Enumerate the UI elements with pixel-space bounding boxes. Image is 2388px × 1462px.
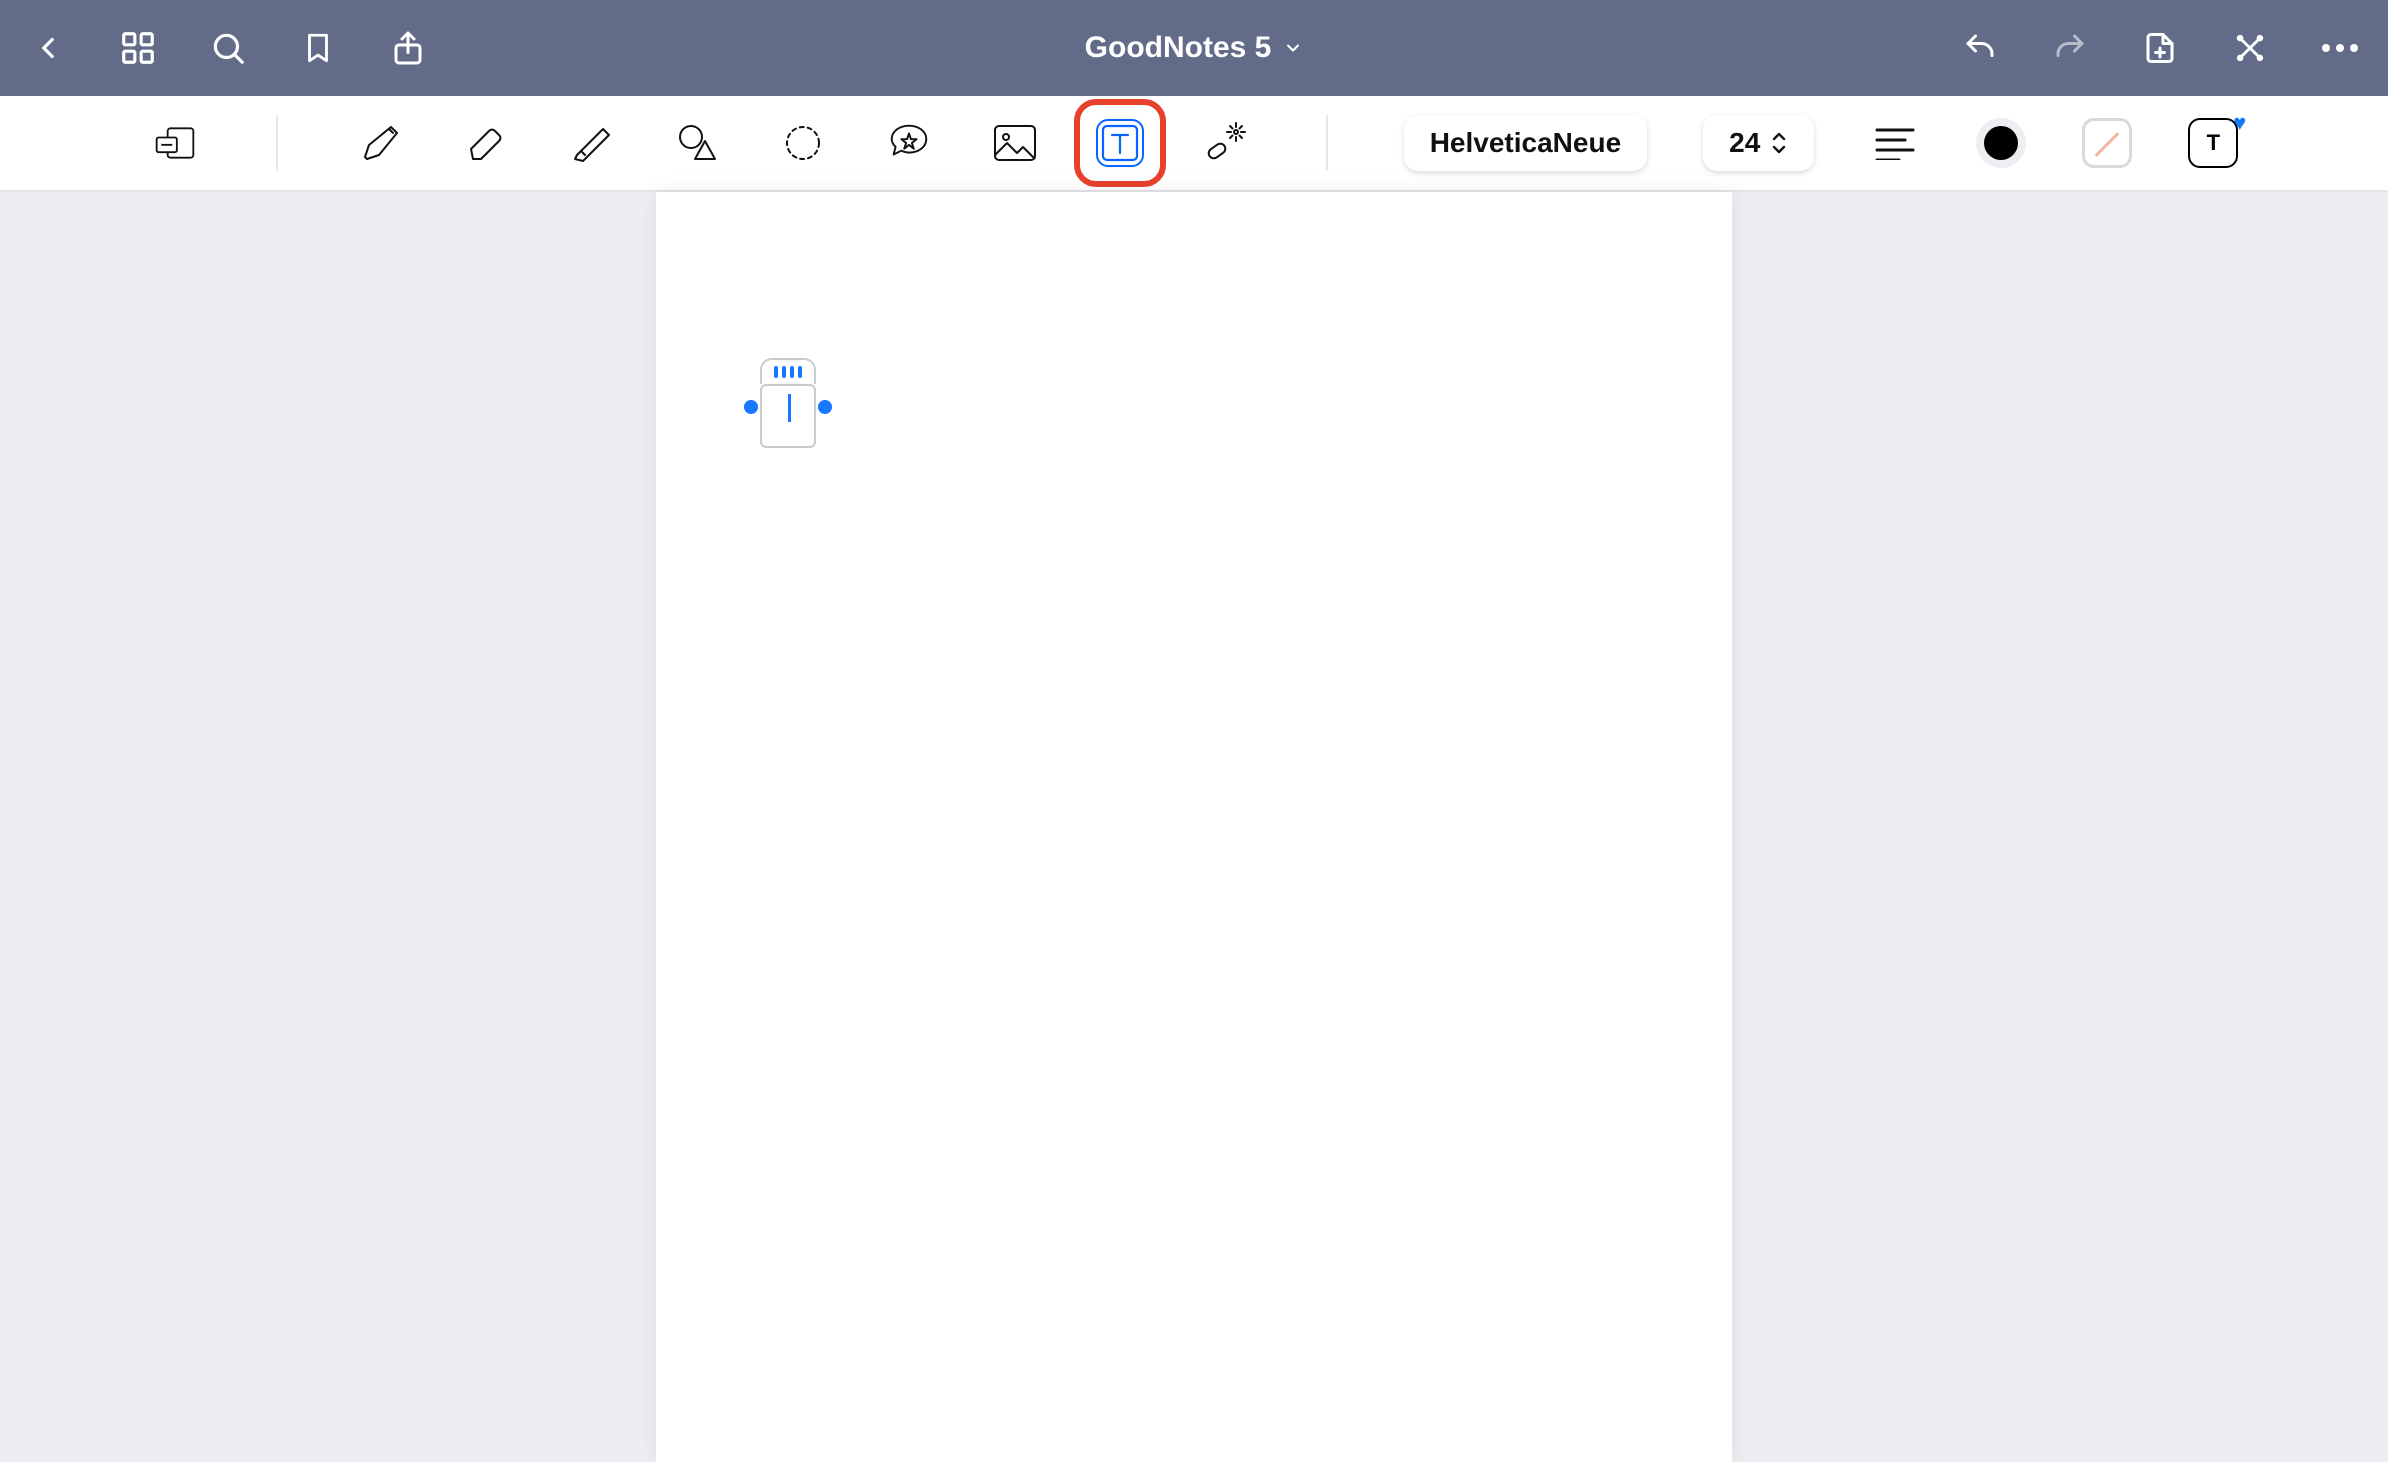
image-tool[interactable]	[990, 118, 1040, 168]
text-background-swatch[interactable]	[2082, 118, 2132, 168]
redo-button[interactable]	[2044, 22, 2096, 74]
textbox-drag-handle[interactable]	[760, 358, 816, 384]
titlebar-left	[22, 22, 434, 74]
color-dot-icon	[1984, 126, 2018, 160]
no-fill-icon	[2095, 132, 2120, 157]
resize-handle-left[interactable]	[744, 400, 758, 414]
laser-pointer-tool[interactable]	[1200, 118, 1250, 168]
page[interactable]	[656, 192, 1732, 1462]
text-color-swatch[interactable]	[1976, 118, 2026, 168]
text-tool[interactable]	[1096, 119, 1144, 167]
tool-group: HelveticaNeue 24 T ♥	[150, 115, 2239, 171]
editing-toolbar: HelveticaNeue 24 T ♥	[0, 96, 2388, 192]
lasso-tool[interactable]	[778, 118, 828, 168]
shapes-tool[interactable]	[672, 118, 722, 168]
close-toolbar-button[interactable]	[2224, 22, 2276, 74]
font-size-value: 24	[1729, 127, 1760, 159]
pen-tool[interactable]	[354, 118, 404, 168]
font-size-selector[interactable]: 24	[1703, 115, 1814, 171]
share-button[interactable]	[382, 22, 434, 74]
titlebar-right	[1954, 22, 2366, 74]
separator	[1326, 115, 1328, 171]
add-page-button[interactable]	[2134, 22, 2186, 74]
canvas-area[interactable]	[0, 192, 2388, 1462]
textbox-style-presets[interactable]: T ♥	[2188, 118, 2238, 168]
text-icon: T	[2207, 130, 2220, 156]
active-text-box[interactable]	[760, 358, 816, 448]
eraser-tool[interactable]	[460, 118, 510, 168]
heart-icon: ♥	[2233, 110, 2246, 136]
back-button[interactable]	[22, 22, 74, 74]
separator	[276, 115, 278, 171]
search-button[interactable]	[202, 22, 254, 74]
undo-button[interactable]	[1954, 22, 2006, 74]
stepper-icon	[1770, 130, 1788, 156]
text-caret	[788, 394, 791, 422]
font-name: HelveticaNeue	[1430, 127, 1621, 159]
elements-tool[interactable]	[884, 118, 934, 168]
chevron-down-icon	[1283, 38, 1303, 58]
more-button[interactable]	[2314, 22, 2366, 74]
titlebar: GoodNotes 5	[0, 0, 2388, 96]
textbox-body[interactable]	[760, 384, 816, 448]
paragraph-style-button[interactable]	[1870, 118, 1920, 168]
document-title-label: GoodNotes 5	[1085, 31, 1272, 65]
bookmark-button[interactable]	[292, 22, 344, 74]
text-tool-wrapper	[1096, 119, 1144, 167]
thumbnails-button[interactable]	[112, 22, 164, 74]
highlighter-tool[interactable]	[566, 118, 616, 168]
document-title[interactable]: GoodNotes 5	[1085, 31, 1304, 65]
resize-handle-right[interactable]	[818, 400, 832, 414]
zoom-window-tool[interactable]	[150, 118, 200, 168]
font-selector[interactable]: HelveticaNeue	[1404, 115, 1647, 171]
